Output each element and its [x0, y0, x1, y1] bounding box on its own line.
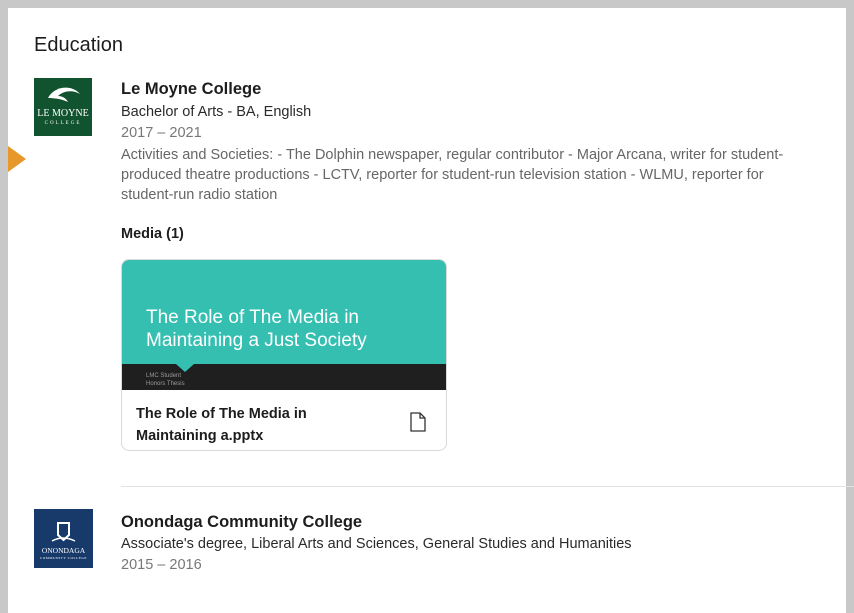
media-card[interactable]: The Role of The Media in Maintaining a J…	[121, 259, 447, 451]
logo-subtext: COLLEGE	[44, 121, 82, 126]
section-title: Education	[34, 34, 123, 56]
thumbnail-subtitle-2: Honors Thesis	[146, 381, 185, 387]
dolphin-icon	[48, 87, 80, 102]
entry-divider	[121, 486, 854, 487]
activities-text: Activities and Societies: - The Dolphin …	[121, 147, 784, 203]
document-icon	[410, 412, 426, 432]
logo-wordmark: LE MOYNE	[37, 108, 89, 119]
education-panel: Education LE MOYNE COLLEGE Le Moyne Coll…	[0, 0, 854, 613]
onondaga-logo[interactable]: ONONDAGA COMMUNITY COLLEGE	[34, 509, 93, 568]
school-name[interactable]: Le Moyne College	[121, 80, 261, 99]
logo-wordmark: ONONDAGA	[41, 546, 86, 555]
degree: Bachelor of Arts - BA, English	[121, 104, 312, 120]
thumbnail-slide-title: The Role of The Media in Maintaining a J…	[146, 307, 367, 351]
media-heading: Media (1)	[121, 226, 184, 242]
callout-arrow	[8, 146, 26, 172]
logo-subtext: COMMUNITY COLLEGE	[39, 556, 88, 560]
le-moyne-logo[interactable]: LE MOYNE COLLEGE	[34, 78, 92, 136]
thumbnail-subtitle: LMC Student	[146, 373, 182, 379]
dates: 2017 – 2021	[121, 125, 202, 141]
degree: Associate's degree, Liberal Arts and Sci…	[121, 536, 632, 552]
thumbnail-notch	[176, 364, 194, 372]
dates: 2015 – 2016	[121, 557, 202, 573]
media-title: The Role of The Media in Maintaining a.p…	[136, 406, 307, 444]
school-name[interactable]: Onondaga Community College	[121, 513, 362, 532]
